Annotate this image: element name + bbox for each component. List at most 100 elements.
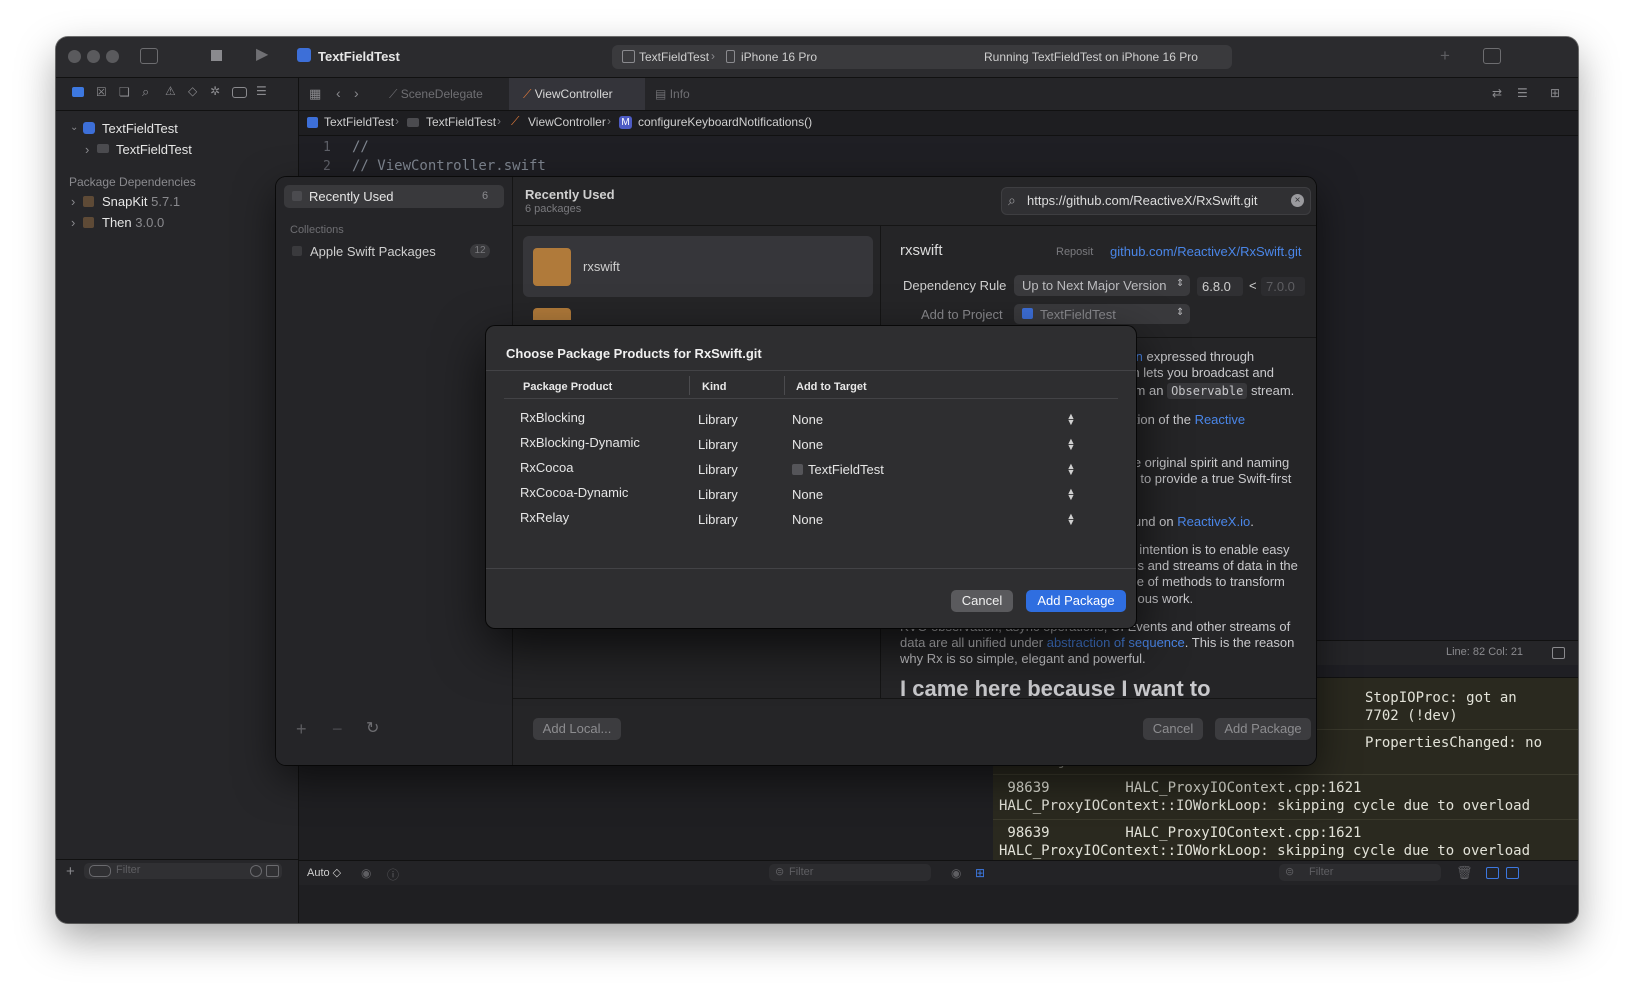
run-icon[interactable]: ▶ [256,47,268,63]
sheet-cancel-button[interactable]: Cancel [1143,718,1203,740]
package-row-then[interactable]: Then 3.0.0 [102,215,164,230]
tab-viewcontroller[interactable]: ⟋ ViewController [509,78,645,110]
navigator-filter-input[interactable]: Filter [84,863,282,879]
refresh-icon[interactable]: ⇄ [1492,87,1502,99]
zoom-window-button[interactable] [106,50,119,63]
eye-icon[interactable]: ◉ [361,866,371,880]
table-row[interactable]: RxRelay Library None ▲ ▼ [486,510,1136,535]
source-control-icon[interactable]: ☒ [96,86,107,98]
tab-info[interactable]: ▤ Info [641,78,729,110]
eye-icon[interactable]: ◉ [951,866,961,880]
chevron-updown-icon[interactable]: ▲ ▼ [1066,512,1076,527]
target-select[interactable]: None [792,512,823,527]
disclosure-closed-icon[interactable]: › [85,142,89,157]
variables-scope-select[interactable]: Auto ◇ [307,866,341,879]
chevron-updown-icon[interactable]: ▲ ▼ [1066,487,1076,502]
sidebar-toggle-icon[interactable] [140,48,158,64]
target-select[interactable]: None [792,437,823,452]
dependency-rule-select[interactable]: Up to Next Major Version ⇕ [1014,275,1190,296]
forward-icon[interactable]: › [354,86,359,100]
group-row[interactable]: TextFieldTest [116,142,192,157]
readme-line: why Rx is so simple, elegant and powerfu… [900,651,1146,666]
chevron-updown-icon[interactable]: ▲ ▼ [1066,437,1076,452]
clear-search-icon[interactable]: × [1291,194,1304,207]
minimize-window-button[interactable] [87,50,100,63]
add-to-project-select[interactable]: TextFieldTest ⇕ [1014,304,1190,324]
add-icon[interactable]: + [296,720,307,738]
readme-link[interactable]: abstraction of sequence [1047,635,1185,650]
version-to-input[interactable]: 7.0.0 [1261,277,1305,296]
trash-icon[interactable]: 🗑 [1456,865,1473,881]
package-list-item[interactable]: rxswift [523,236,873,297]
breadcrumb[interactable]: TextFieldTest [426,115,496,129]
readme-link[interactable]: Reactive [1195,412,1246,427]
console-mode-icon[interactable]: ⊞ [975,866,985,880]
package-search-input[interactable]: ⌕ https://github.com/ReactiveX/RxSwift.g… [1001,187,1311,215]
dialog-add-package-button[interactable]: Add Package [1026,590,1126,612]
variables-filter-input[interactable]: ⊜ Filter [769,864,931,881]
bookmark-icon[interactable]: ❏ [119,86,130,98]
target-select[interactable]: TextFieldTest [792,462,884,477]
stop-icon[interactable] [211,50,222,61]
hide-debug-icon[interactable] [1552,647,1565,659]
chevron-updown-icon[interactable]: ▲ ▼ [1066,412,1076,427]
disclosure-closed-icon[interactable]: › [71,194,75,209]
table-row[interactable]: RxCocoa-Dynamic Library None ▲ ▼ [486,485,1136,510]
layout-right-icon[interactable] [1506,867,1519,879]
layout-left-icon[interactable] [1486,867,1499,879]
editor-tab-bar: ▦ ‹ › ⟋ SceneDelegate ⟋ ViewController ▤… [299,78,1578,111]
breadcrumb[interactable]: TextFieldTest [324,115,394,129]
filter-options-icon[interactable] [266,865,279,877]
table-row[interactable]: RxBlocking Library None ▲ ▼ [486,410,1136,435]
close-window-button[interactable] [68,50,81,63]
scheme-name[interactable]: TextFieldTest [639,50,709,64]
column-header-kind[interactable]: Kind [702,381,726,393]
breadcrumb[interactable]: ViewController [528,115,606,129]
target-select[interactable]: None [792,412,823,427]
filter-placeholder: Filter [1309,866,1334,878]
collection-item[interactable]: Apple Swift Packages 12 [284,240,504,263]
clock-icon[interactable] [250,865,262,877]
target-select[interactable]: None [792,487,823,502]
debug-icon[interactable]: ✲ [210,85,220,97]
add-local-button[interactable]: Add Local... [533,718,621,740]
breadcrumb[interactable]: configureKeyboardNotifications() [638,115,812,129]
test-icon[interactable]: ◇ [188,85,197,97]
package-row-snapkit[interactable]: SnapKit 5.7.1 [102,194,180,209]
sheet-add-package-button[interactable]: Add Package [1215,718,1311,740]
tab-scenedelegate[interactable]: ⟋ SceneDelegate [375,78,515,110]
add-to-project-value: TextFieldTest [1040,307,1116,322]
grid-icon[interactable]: ▦ [309,87,321,100]
column-header-product[interactable]: Package Product [523,381,612,393]
remove-icon[interactable]: − [332,720,343,738]
breakpoint-icon[interactable] [232,87,247,98]
back-icon[interactable]: ‹ [336,86,341,100]
repository-link[interactable]: github.com/ReactiveX/RxSwift.git [1110,244,1301,259]
split-editor-icon[interactable]: ⊞ [1550,87,1560,99]
warning-icon[interactable]: ⚠ [165,85,176,97]
folder-icon[interactable] [72,87,84,97]
table-row[interactable]: RxCocoa Library TextFieldTest ▲ ▼ [486,460,1136,485]
refresh-icon[interactable]: ↻ [366,721,379,737]
search-icon[interactable]: ⌕ [142,85,149,98]
version-from-input[interactable]: 6.8.0 [1197,277,1243,296]
destination-name[interactable]: iPhone 16 Pro [741,50,817,64]
add-icon[interactable]: + [66,864,75,879]
info-icon[interactable]: ⓘ [387,866,399,883]
report-icon[interactable]: ☰ [256,85,267,97]
column-header-target[interactable]: Add to Target [796,381,867,393]
recently-used-item[interactable]: Recently Used 6 [284,185,504,208]
inspector-toggle-icon[interactable] [1483,48,1501,64]
adjust-editor-icon[interactable]: ☰ [1517,87,1528,99]
chevron-updown-icon[interactable]: ▲ ▼ [1066,462,1076,477]
add-icon[interactable]: + [1440,47,1450,64]
readme-link[interactable]: ReactiveX.io [1177,514,1250,529]
project-row[interactable]: TextFieldTest [102,121,178,136]
table-row[interactable]: RxBlocking-Dynamic Library None ▲ ▼ [486,435,1136,460]
readme-heading: I came here because I want to [900,676,1211,698]
disclosure-open-icon[interactable]: ⌄ [70,122,78,133]
console-filter-input[interactable]: ⊜ Filter [1279,864,1441,881]
disclosure-closed-icon[interactable]: › [71,215,75,230]
chevron-right-icon: › [607,114,611,128]
dialog-cancel-button[interactable]: Cancel [951,590,1013,612]
